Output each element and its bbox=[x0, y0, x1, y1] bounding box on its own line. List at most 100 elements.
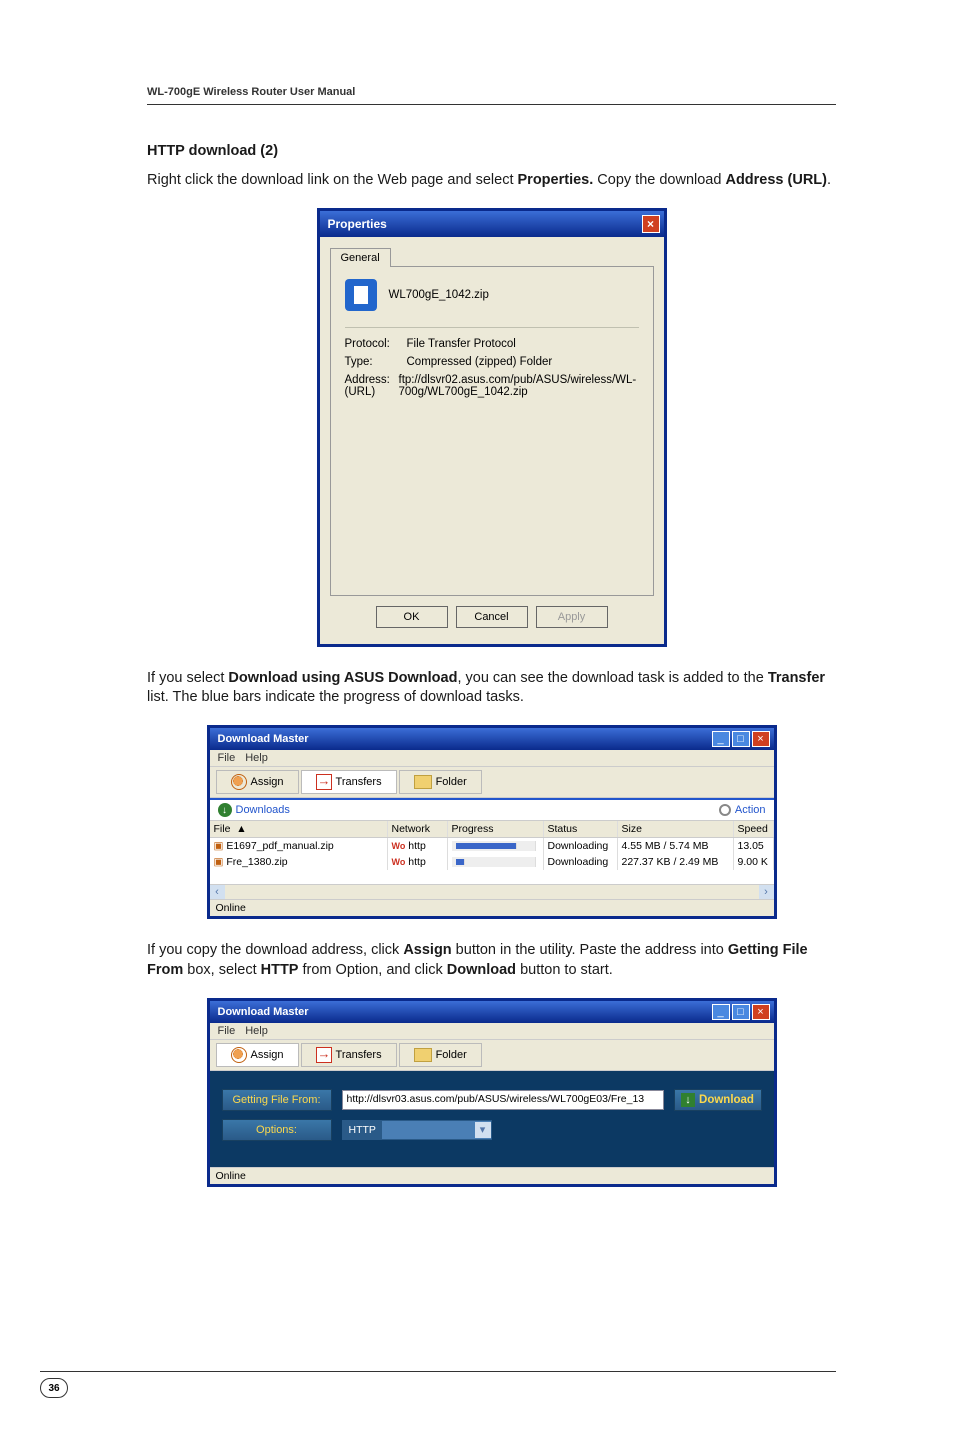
properties-dialog: Properties × General WL700gE_1042.zip Pr… bbox=[317, 208, 667, 647]
maximize-icon[interactable]: □ bbox=[732, 1004, 750, 1020]
minimize-icon[interactable]: _ bbox=[712, 1004, 730, 1020]
cell-file: ▣ E1697_pdf_manual.zip bbox=[210, 838, 388, 854]
tab-transfers[interactable]: Transfers bbox=[301, 770, 397, 794]
text-bold: Properties. bbox=[518, 172, 594, 188]
close-icon[interactable]: × bbox=[752, 1004, 770, 1020]
label-type: Type: bbox=[345, 356, 407, 368]
download-button[interactable]: ↓Download bbox=[674, 1089, 762, 1111]
cell-speed: 9.00 K bbox=[734, 854, 774, 870]
cell-network: Wo http bbox=[388, 838, 448, 854]
apply-button: Apply bbox=[536, 606, 608, 628]
toolbar: Assign Transfers Folder bbox=[210, 1040, 774, 1071]
subbar-downloads[interactable]: Downloads bbox=[236, 804, 290, 816]
paragraph-2: If you select Download using ASUS Downlo… bbox=[147, 669, 836, 707]
horizontal-scrollbar[interactable]: ‹ › bbox=[210, 884, 774, 899]
page-footer: 36 bbox=[40, 1371, 836, 1398]
text: list. The blue bars indicate the progres… bbox=[147, 689, 524, 705]
select-value: HTTP bbox=[343, 1121, 382, 1139]
cell-size: 227.37 KB / 2.49 MB bbox=[618, 854, 734, 870]
text: from Option, and click bbox=[298, 962, 446, 978]
minimize-icon[interactable]: _ bbox=[712, 731, 730, 747]
col-speed[interactable]: Speed bbox=[734, 821, 774, 837]
titlebar[interactable]: Properties × bbox=[320, 211, 664, 237]
folder-icon bbox=[414, 775, 432, 789]
titlebar[interactable]: Download Master _ □ × bbox=[210, 1001, 774, 1023]
options-select[interactable]: HTTP ▾ bbox=[342, 1120, 492, 1140]
value-type: Compressed (zipped) Folder bbox=[407, 356, 553, 368]
list-row[interactable]: ▣ E1697_pdf_manual.zip Wo http Downloadi… bbox=[210, 838, 774, 854]
tab-assign[interactable]: Assign bbox=[216, 1043, 299, 1067]
text-bold: HTTP bbox=[261, 962, 299, 978]
tab-folder[interactable]: Folder bbox=[399, 770, 482, 794]
col-network[interactable]: Network bbox=[388, 821, 448, 837]
tab-folder[interactable]: Folder bbox=[399, 1043, 482, 1067]
text: If you copy the download address, click bbox=[147, 942, 403, 958]
text: . bbox=[827, 172, 831, 188]
col-size[interactable]: Size bbox=[618, 821, 734, 837]
download-master-window-2: Download Master _ □ × File Help Assign T… bbox=[207, 998, 777, 1187]
label-address: Address:(URL) bbox=[345, 374, 399, 398]
gear-icon bbox=[719, 804, 731, 816]
cell-size: 4.55 MB / 5.74 MB bbox=[618, 838, 734, 854]
menubar: File Help bbox=[210, 1023, 774, 1040]
text: Copy the download bbox=[593, 172, 725, 188]
folder-icon bbox=[414, 1048, 432, 1062]
chevron-down-icon[interactable]: ▾ bbox=[475, 1122, 491, 1138]
tab-transfers[interactable]: Transfers bbox=[301, 1043, 397, 1067]
page-number: 36 bbox=[40, 1378, 68, 1398]
subbar: ↓ Downloads Action bbox=[210, 798, 774, 820]
toolbar: Assign Transfers Folder bbox=[210, 767, 774, 798]
intro-paragraph: Right click the download link on the Web… bbox=[147, 171, 836, 190]
list-row[interactable]: ▣ Fre_1380.zip Wo http Downloading 227.3… bbox=[210, 854, 774, 870]
cell-file: ▣ Fre_1380.zip bbox=[210, 854, 388, 870]
magnifier-icon bbox=[231, 1047, 247, 1063]
text: button to start. bbox=[516, 962, 613, 978]
transfer-arrow-icon bbox=[316, 1047, 332, 1063]
tab-panel: WL700gE_1042.zip Protocol: File Transfer… bbox=[330, 266, 654, 596]
text: box, select bbox=[183, 962, 260, 978]
download-arrow-icon: ↓ bbox=[681, 1093, 695, 1107]
value-protocol: File Transfer Protocol bbox=[407, 338, 516, 350]
cell-progress bbox=[448, 838, 544, 854]
col-progress[interactable]: Progress bbox=[448, 821, 544, 837]
url-input[interactable]: http://dlsvr03.asus.com/pub/ASUS/wireles… bbox=[342, 1090, 664, 1110]
assign-panel: Getting File From: http://dlsvr03.asus.c… bbox=[210, 1071, 774, 1167]
tab-assign[interactable]: Assign bbox=[216, 770, 299, 794]
ok-button[interactable]: OK bbox=[376, 606, 448, 628]
list-header: File ▲ Network Progress Status Size Spee… bbox=[210, 820, 774, 838]
scroll-left-icon[interactable]: ‹ bbox=[210, 885, 225, 899]
titlebar-text: Download Master bbox=[214, 733, 712, 745]
label-protocol: Protocol: bbox=[345, 338, 407, 350]
text-bold: Transfer bbox=[768, 670, 825, 686]
zip-file-icon bbox=[345, 279, 377, 311]
col-status[interactable]: Status bbox=[544, 821, 618, 837]
statusbar: Online bbox=[210, 1167, 774, 1184]
label-options: Options: bbox=[222, 1119, 332, 1141]
close-icon[interactable]: × bbox=[752, 731, 770, 747]
cancel-button[interactable]: Cancel bbox=[456, 606, 528, 628]
titlebar[interactable]: Download Master _ □ × bbox=[210, 728, 774, 750]
menubar: File Help bbox=[210, 750, 774, 767]
statusbar: Online bbox=[210, 899, 774, 916]
cell-status: Downloading bbox=[544, 854, 618, 870]
close-icon[interactable]: × bbox=[642, 215, 660, 233]
menu-help[interactable]: Help bbox=[245, 752, 268, 764]
titlebar-text: Properties bbox=[324, 217, 642, 231]
menu-help[interactable]: Help bbox=[245, 1025, 268, 1037]
scroll-right-icon[interactable]: › bbox=[759, 885, 774, 899]
menu-file[interactable]: File bbox=[218, 1025, 236, 1037]
tab-general[interactable]: General bbox=[330, 248, 391, 267]
text: , you can see the download task is added… bbox=[457, 670, 767, 686]
value-address: ftp://dlsvr02.asus.com/pub/ASUS/wireless… bbox=[399, 374, 639, 398]
cell-network: Wo http bbox=[388, 854, 448, 870]
menu-file[interactable]: File bbox=[218, 752, 236, 764]
subbar-action[interactable]: Action bbox=[735, 804, 766, 816]
download-master-window-1: Download Master _ □ × File Help Assign T… bbox=[207, 725, 777, 919]
col-file[interactable]: File ▲ bbox=[210, 821, 388, 837]
maximize-icon[interactable]: □ bbox=[732, 731, 750, 747]
cell-progress bbox=[448, 854, 544, 870]
download-arrow-icon: ↓ bbox=[218, 803, 232, 817]
text-bold: Download using ASUS Download bbox=[228, 670, 457, 686]
paragraph-3: If you copy the download address, click … bbox=[147, 941, 836, 979]
tab-strip: General bbox=[330, 245, 654, 266]
